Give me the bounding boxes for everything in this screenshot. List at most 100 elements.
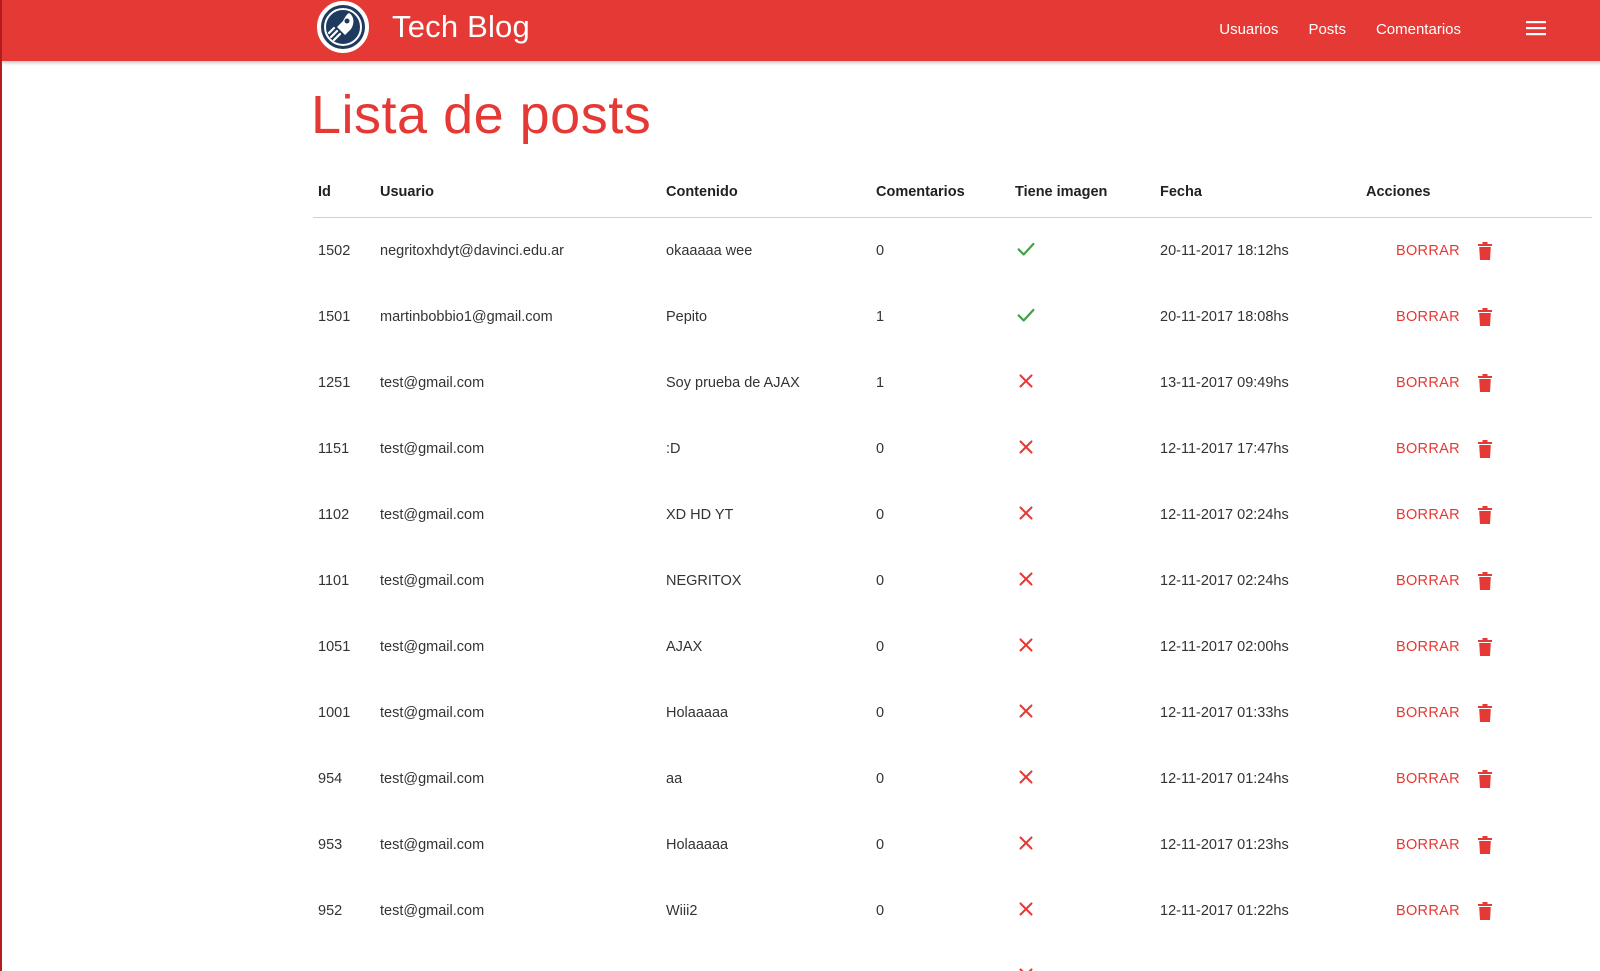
- cell-comentarios: 0: [876, 771, 885, 787]
- cell-contenido: okaaaaa wee: [666, 243, 753, 259]
- trash-icon: [1477, 770, 1492, 788]
- delete-button-label: BORRAR: [1396, 705, 1460, 721]
- cell-id: 1101: [318, 573, 350, 589]
- delete-button[interactable]: BORRAR: [1396, 902, 1492, 920]
- nav-link-comentarios[interactable]: Comentarios: [1376, 21, 1461, 38]
- delete-button-label: BORRAR: [1396, 771, 1460, 787]
- cell-fecha: 12-11-2017 01:23hs: [1160, 837, 1289, 853]
- check-icon: [1015, 304, 1037, 326]
- cell-comentarios: 1: [876, 309, 885, 325]
- cell-usuario: martinbobbio1@gmail.com: [380, 309, 553, 325]
- delete-button-label: BORRAR: [1396, 837, 1460, 853]
- cell-acciones: BORRAR: [1361, 746, 1592, 812]
- check-icon: [1015, 238, 1037, 260]
- delete-button[interactable]: BORRAR: [1396, 770, 1492, 788]
- cell-usuario: test@gmail.com: [380, 771, 485, 787]
- cell-id: 953: [318, 837, 343, 853]
- cell-id: 952: [318, 903, 343, 919]
- table-row: 1251 test@gmail.com Soy prueba de AJAX 1 13-…: [313, 350, 1592, 416]
- cell-comentarios: 0: [876, 639, 885, 655]
- close-icon: [1015, 370, 1037, 392]
- cell-id: 1251: [318, 375, 351, 391]
- close-icon: [1015, 502, 1037, 524]
- cell-fecha: 12-11-2017 02:24hs: [1160, 507, 1289, 523]
- delete-button[interactable]: BORRAR: [1396, 440, 1492, 458]
- delete-button[interactable]: BORRAR: [1396, 242, 1492, 260]
- cell-acciones: BORRAR: [1361, 878, 1592, 944]
- header-usuario: Usuario: [375, 166, 661, 218]
- cell-comentarios: 1: [876, 375, 885, 391]
- delete-button-label: BORRAR: [1396, 441, 1460, 457]
- cell-comentarios: 0: [876, 507, 885, 523]
- close-icon: [1015, 898, 1037, 920]
- nav-link-posts[interactable]: Posts: [1308, 21, 1346, 38]
- page-frame: Tech Blog Usuarios Posts Comentarios Lis…: [0, 0, 1600, 971]
- cell-acciones: BORRAR: [1361, 416, 1592, 482]
- cell-fecha: 12-11-2017 01:22hs: [1160, 903, 1289, 919]
- cell-id: 1001: [318, 705, 351, 721]
- cell-contenido: Holaaaaa: [666, 837, 729, 853]
- header-contenido: Contenido: [661, 166, 871, 218]
- close-icon: [1015, 436, 1037, 458]
- cell-id: 1151: [318, 441, 350, 457]
- cell-usuario: test@gmail.com: [380, 441, 485, 457]
- cell-fecha: 12-11-2017 02:24hs: [1160, 573, 1289, 589]
- cell-fecha: 12-11-2017 17:47hs: [1160, 441, 1289, 457]
- cell-tiene-imagen: [1010, 548, 1155, 614]
- cell-contenido: NEGRITOX: [666, 573, 742, 589]
- cell-acciones: BORRAR: [1361, 680, 1592, 746]
- table-row: 953 test@gmail.com Holaaaaa 0 12-11-2017 01:…: [313, 812, 1592, 878]
- delete-button[interactable]: BORRAR: [1396, 704, 1492, 722]
- cell-id: 954: [318, 771, 343, 787]
- delete-button-label: BORRAR: [1396, 639, 1460, 655]
- table-row: 1001 test@gmail.com Holaaaaa 0 12-11-2017 01…: [313, 680, 1592, 746]
- cell-fecha: 20-11-2017 18:08hs: [1160, 309, 1289, 325]
- delete-button[interactable]: BORRAR: [1396, 572, 1492, 590]
- cell-contenido: AJAX: [666, 639, 703, 655]
- cell-tiene-imagen: [1010, 284, 1155, 350]
- cell-acciones: BORRAR: [1361, 614, 1592, 680]
- cell-fecha: 12-11-2017 02:00hs: [1160, 639, 1289, 655]
- cell-acciones: [1361, 944, 1592, 971]
- table-header-row: Id Usuario Contenido Comentarios Tiene i…: [313, 166, 1592, 218]
- cell-usuario: [375, 944, 661, 971]
- cell-usuario: test@gmail.com: [380, 507, 485, 523]
- trash-icon: [1477, 374, 1492, 392]
- trash-icon: [1477, 572, 1492, 590]
- cell-usuario: test@gmail.com: [380, 375, 485, 391]
- close-icon: [1015, 634, 1037, 656]
- header-id: Id: [313, 166, 375, 218]
- table-row: 1102 test@gmail.com XD HD YT 0 12-11-2017 02…: [313, 482, 1592, 548]
- page-title: Lista de posts: [311, 85, 652, 145]
- cell-tiene-imagen: [1010, 812, 1155, 878]
- header-comentarios: Comentarios: [871, 166, 1010, 218]
- cell-usuario: test@gmail.com: [380, 903, 485, 919]
- top-navbar: Tech Blog Usuarios Posts Comentarios: [2, 0, 1600, 61]
- cell-tiene-imagen: [1010, 218, 1155, 285]
- delete-button-label: BORRAR: [1396, 903, 1460, 919]
- trash-icon: [1477, 902, 1492, 920]
- delete-button[interactable]: BORRAR: [1396, 506, 1492, 524]
- cell-fecha: 12-11-2017 01:33hs: [1160, 705, 1289, 721]
- rocket-logo-icon[interactable]: [317, 1, 369, 53]
- delete-button[interactable]: BORRAR: [1396, 374, 1492, 392]
- cell-acciones: BORRAR: [1361, 812, 1592, 878]
- cell-acciones: BORRAR: [1361, 218, 1592, 285]
- delete-button[interactable]: BORRAR: [1396, 308, 1492, 326]
- cell-contenido: Holaaaaa: [666, 705, 729, 721]
- hamburger-menu-icon[interactable]: [1526, 18, 1550, 40]
- delete-button[interactable]: BORRAR: [1396, 836, 1492, 854]
- brand-title[interactable]: Tech Blog: [392, 9, 530, 45]
- nav-link-usuarios[interactable]: Usuarios: [1219, 21, 1278, 38]
- cell-fecha: 20-11-2017 18:12hs: [1160, 243, 1289, 259]
- table-row: 1501 martinbobbio1@gmail.com Pepito 1 20-11-…: [313, 284, 1592, 350]
- cell-tiene-imagen: [1010, 746, 1155, 812]
- table-row: [313, 944, 1592, 971]
- table-row: 1502 negritoxhdyt@davinci.edu.ar okaaaaa w…: [313, 218, 1592, 285]
- delete-button[interactable]: BORRAR: [1396, 638, 1492, 656]
- cell-comentarios: 0: [876, 441, 885, 457]
- nav-links: Usuarios Posts Comentarios: [1189, 0, 1461, 58]
- header-acciones: Acciones: [1361, 166, 1592, 218]
- trash-icon: [1477, 704, 1492, 722]
- trash-icon: [1477, 506, 1492, 524]
